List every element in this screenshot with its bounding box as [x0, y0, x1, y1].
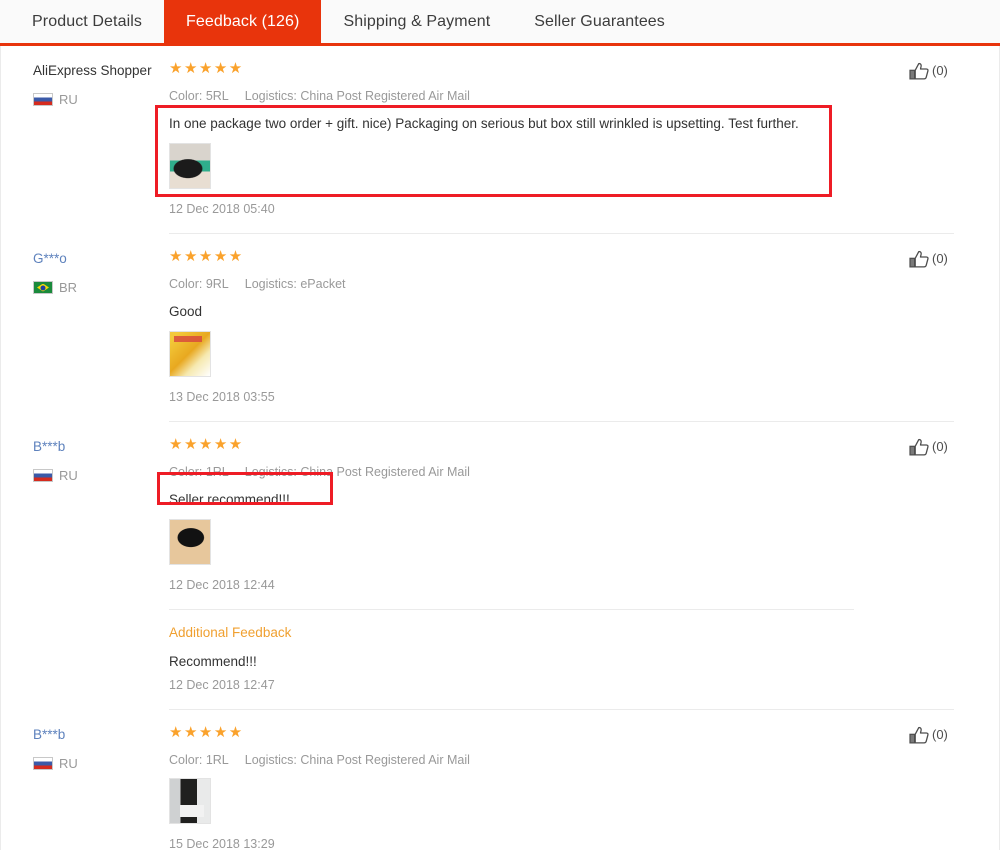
tab-feedback[interactable]: Feedback (126)	[164, 0, 322, 43]
feedback-helpful-button[interactable]: (0)	[909, 60, 999, 217]
ru-flag-icon	[33, 93, 53, 106]
review-photo-image	[170, 779, 210, 823]
thumbs-up-icon	[909, 62, 929, 84]
feedback-logistics-attr: Logistics: China Post Registered Air Mai…	[244, 753, 470, 767]
star-rating: ★★★★★	[169, 60, 244, 77]
review-photo-image	[170, 332, 210, 376]
star-rating: ★★★★★	[169, 436, 244, 453]
feedback-country-code: RU	[59, 92, 78, 107]
feedback-date: 15 Dec 2018 13:29	[169, 837, 275, 850]
ru-flag-icon	[33, 757, 53, 770]
feedback-comment: Good	[169, 304, 203, 319]
tab-shipping-payment[interactable]: Shipping & Payment	[321, 0, 512, 43]
feedback-country-code: RU	[59, 756, 78, 771]
feedback-helpful-button[interactable]: (0)	[909, 248, 999, 405]
feedback-attributes: Color: 5RL Logistics: China Post Registe…	[169, 88, 899, 104]
tab-product-details[interactable]: Product Details	[10, 0, 164, 43]
tab-seller-guarantees[interactable]: Seller Guarantees	[512, 0, 687, 43]
feedback-list: AliExpress Shopper RU ★★★★★ Color: 5RL L…	[0, 46, 1000, 850]
feedback-comment: Seller recommend!!!	[169, 492, 290, 507]
feedback-photo-thumbnail[interactable]	[169, 331, 211, 377]
feedback-user-column: AliExpress Shopper RU	[1, 60, 169, 217]
star-rating: ★★★★★	[169, 724, 244, 741]
feedback-helpful-count: (0)	[932, 63, 948, 78]
review-photo-image	[170, 520, 210, 564]
additional-feedback-text: Recommend!!!	[169, 654, 257, 669]
feedback-color-attr: Color: 5RL	[169, 89, 229, 103]
feedback-logistics-attr: Logistics: China Post Registered Air Mai…	[244, 89, 470, 103]
feedback-country: RU	[33, 92, 169, 107]
additional-feedback-section: Additional Feedback Recommend!!! 12 Dec …	[169, 609, 899, 693]
feedback-username: AliExpress Shopper	[33, 63, 152, 78]
feedback-date: 12 Dec 2018 12:44	[169, 578, 275, 592]
feedback-logistics-attr: Logistics: ePacket	[244, 277, 346, 291]
feedback-body: ★★★★★ Color: 5RL Logistics: China Post R…	[169, 60, 909, 217]
feedback-item: AliExpress Shopper RU ★★★★★ Color: 5RL L…	[1, 46, 999, 217]
additional-feedback-title[interactable]: Additional Feedback	[169, 624, 899, 642]
feedback-country-code: BR	[59, 280, 78, 295]
br-flag-icon	[33, 281, 53, 294]
thumbs-up-icon	[909, 250, 929, 272]
feedback-item: G***o BR ★★★★★ Color: 9RL Logistics: ePa…	[1, 234, 999, 405]
feedback-item: B***b RU ★★★★★ Color: 1RL Logistics: Chi…	[1, 422, 999, 693]
feedback-body: ★★★★★ Color: 9RL Logistics: ePacket Good…	[169, 248, 909, 405]
feedback-photo-thumbnail[interactable]	[169, 519, 211, 565]
feedback-attributes: Color: 9RL Logistics: ePacket	[169, 276, 899, 292]
feedback-attributes: Color: 1RL Logistics: China Post Registe…	[169, 464, 899, 480]
feedback-color-attr: Color: 1RL	[169, 753, 229, 767]
review-photo-image	[170, 144, 210, 188]
star-rating: ★★★★★	[169, 248, 244, 265]
feedback-country: BR	[33, 280, 169, 295]
ru-flag-icon	[33, 469, 53, 482]
feedback-helpful-button[interactable]: (0)	[909, 724, 999, 850]
feedback-helpful-count: (0)	[932, 439, 948, 454]
feedback-comment: In one package two order + gift. nice) P…	[169, 116, 799, 131]
feedback-logistics-attr: Logistics: China Post Registered Air Mai…	[244, 465, 470, 479]
thumbs-up-icon	[909, 726, 929, 748]
feedback-country: RU	[33, 756, 169, 771]
feedback-user-column: B***b RU	[1, 724, 169, 850]
feedback-helpful-count: (0)	[932, 727, 948, 742]
feedback-user-column: G***o BR	[1, 248, 169, 405]
feedback-date: 13 Dec 2018 03:55	[169, 390, 275, 404]
feedback-item: B***b RU ★★★★★ Color: 1RL Logistics: Chi…	[1, 710, 999, 850]
feedback-photo-thumbnail[interactable]	[169, 143, 211, 189]
feedback-date: 12 Dec 2018 05:40	[169, 202, 275, 216]
additional-feedback-date: 12 Dec 2018 12:47	[169, 678, 275, 692]
feedback-body: ★★★★★ Color: 1RL Logistics: China Post R…	[169, 724, 909, 850]
feedback-helpful-count: (0)	[932, 251, 948, 266]
feedback-username[interactable]: B***b	[33, 726, 169, 744]
feedback-country-code: RU	[59, 468, 78, 483]
feedback-username[interactable]: G***o	[33, 250, 169, 268]
feedback-body: ★★★★★ Color: 1RL Logistics: China Post R…	[169, 436, 909, 693]
thumbs-up-icon	[909, 438, 929, 460]
feedback-user-column: B***b RU	[1, 436, 169, 693]
feedback-helpful-button[interactable]: (0)	[909, 436, 999, 693]
feedback-photo-thumbnail[interactable]	[169, 778, 211, 824]
feedback-attributes: Color: 1RL Logistics: China Post Registe…	[169, 752, 899, 768]
feedback-country: RU	[33, 468, 169, 483]
feedback-tabbar: Product Details Feedback (126) Shipping …	[0, 0, 1000, 46]
feedback-username[interactable]: B***b	[33, 438, 169, 456]
additional-feedback-divider	[169, 609, 854, 610]
feedback-color-attr: Color: 9RL	[169, 277, 229, 291]
feedback-color-attr: Color: 1RL	[169, 465, 229, 479]
